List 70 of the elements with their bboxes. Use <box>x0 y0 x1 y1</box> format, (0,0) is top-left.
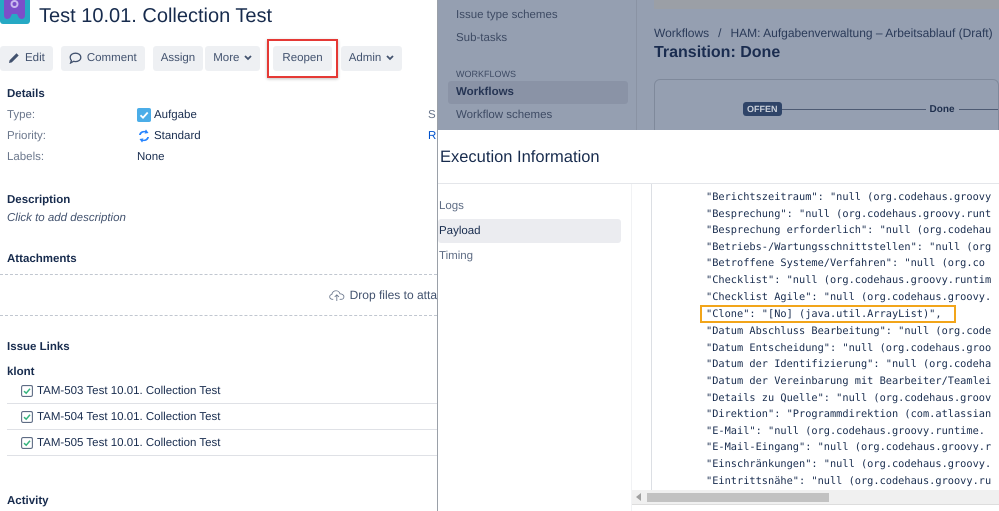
code-line: "Checklist": "null (org.codehaus.groovy.runtim <box>706 272 992 288</box>
action-button[interactable]: Reopen <box>273 46 332 70</box>
code-line: "Besprechung": "null (org.codehaus.groovy.runt <box>706 206 992 222</box>
speech-bubble-icon <box>68 52 82 64</box>
field-label: Type: <box>7 108 36 123</box>
checkbox-icon <box>21 410 33 422</box>
field-label: Priority: <box>7 129 47 144</box>
section-heading[interactable]: Issue Links <box>7 338 437 356</box>
issue-title: Test 10.01. Collection Test <box>39 4 272 28</box>
scroll-left-icon <box>636 493 642 501</box>
code-line: "Einschränkungen": "null (org.codehaus.groovy. <box>706 456 992 472</box>
code-line: "Betriebs-/Wartungsschnittstellen": "null (org <box>706 240 992 255</box>
code-line: "Besprechung erforderlich": "null (org.codehau <box>706 223 992 238</box>
code-line: "Datum der Vereinbarung mit Bearbeiter/Teamlei <box>706 374 992 389</box>
section-heading[interactable]: Activity <box>7 492 437 510</box>
code-line: "E-Mail-Eingang": "null (org.codehaus.groovy.r <box>706 440 992 456</box>
sidebar-heading: WORKFLOWS <box>455 68 517 81</box>
code-line: "Berichtszeitraum": "null (org.codehaus.groovy <box>706 190 992 205</box>
horizontal-scrollbar[interactable] <box>632 490 999 505</box>
tab[interactable]: Logs <box>438 194 621 218</box>
breadcrumb-separator: / <box>718 26 722 40</box>
sidebar-item[interactable]: Workflows <box>448 81 628 104</box>
section-heading[interactable]: Attachments <box>7 250 437 268</box>
field-label: S <box>428 108 437 123</box>
action-button[interactable]: Assign <box>152 46 204 70</box>
issue-link[interactable]: TAM-503 Test 10.01. Collection Test <box>37 384 220 396</box>
avatar-icon <box>0 0 30 24</box>
issue-link[interactable]: TAM-505 Test 10.01. Collection Test <box>37 436 220 448</box>
breadcrumb-link[interactable]: Workflows <box>654 26 710 40</box>
circular-arrows-icon <box>137 129 151 143</box>
chevron-down-icon <box>386 55 394 61</box>
tab[interactable]: Payload <box>438 219 621 243</box>
section-heading[interactable]: Description <box>7 191 437 209</box>
action-button[interactable]: Edit <box>0 46 53 70</box>
description-placeholder[interactable]: Click to add description <box>7 212 437 224</box>
drop-text: Drop files to atta <box>350 288 437 302</box>
code-line: "E-Mail": "null (org.codehaus.groovy.runtime. <box>706 424 986 439</box>
code-line: "Datum Abschluss Bearbeitung": "null (org.code <box>706 324 992 340</box>
checkbox-icon <box>21 436 33 448</box>
connector-line <box>958 108 998 110</box>
scrollbar-thumb[interactable] <box>647 492 829 502</box>
task-type-icon <box>137 108 151 122</box>
pencil-icon <box>8 52 20 64</box>
status-lozenge: OFFEN <box>743 102 782 116</box>
dropdown-button[interactable]: Admin <box>340 46 402 70</box>
code-line: "Eintrittsnähe": "null (org.codehaus.groovy.ru <box>706 474 992 488</box>
field-value: Aufgabe <box>154 108 197 123</box>
field-value: None <box>137 150 164 165</box>
breadcrumb-link[interactable]: HAM: Aufgabenverwaltung – Arbeitsablauf (Draft) <box>730 26 993 40</box>
page-title: Transition: Done <box>654 44 782 62</box>
section-heading[interactable]: Details <box>7 85 437 103</box>
link-group-label: klont <box>7 366 36 378</box>
code-line: "Direktion": "Programmdirektion (com.atlassian <box>706 407 992 422</box>
action-button[interactable]: Comment <box>60 46 145 70</box>
drop-zone[interactable]: Drop files to atta <box>0 274 437 316</box>
chevron-down-icon <box>244 55 252 61</box>
code-line: "Datum der Identifizierung": "null (org.codeha <box>706 357 992 372</box>
tab[interactable]: Timing <box>438 244 621 268</box>
code-line: "Datum Entscheidung": "null (org.codehaus.groo <box>706 340 992 356</box>
field-label: Labels: <box>7 150 46 165</box>
field-label: R <box>428 129 437 144</box>
dropdown-button[interactable]: More <box>205 46 260 70</box>
issue-link[interactable]: TAM-504 Test 10.01. Collection Test <box>37 410 220 422</box>
code-line: "Betroffene Systeme/Verfahren": "null (org.co <box>706 256 986 272</box>
code-line: "Checklist Agile": "null (org.codehaus.groovy. <box>706 290 992 305</box>
dialog-title: Execution Information <box>438 130 999 184</box>
transition-label: Done <box>930 104 955 114</box>
code-line: "Details zu Quelle": "null (org.codehaus.groov <box>706 390 992 406</box>
field-value: Standard <box>154 129 201 144</box>
checkbox-icon <box>21 384 33 396</box>
